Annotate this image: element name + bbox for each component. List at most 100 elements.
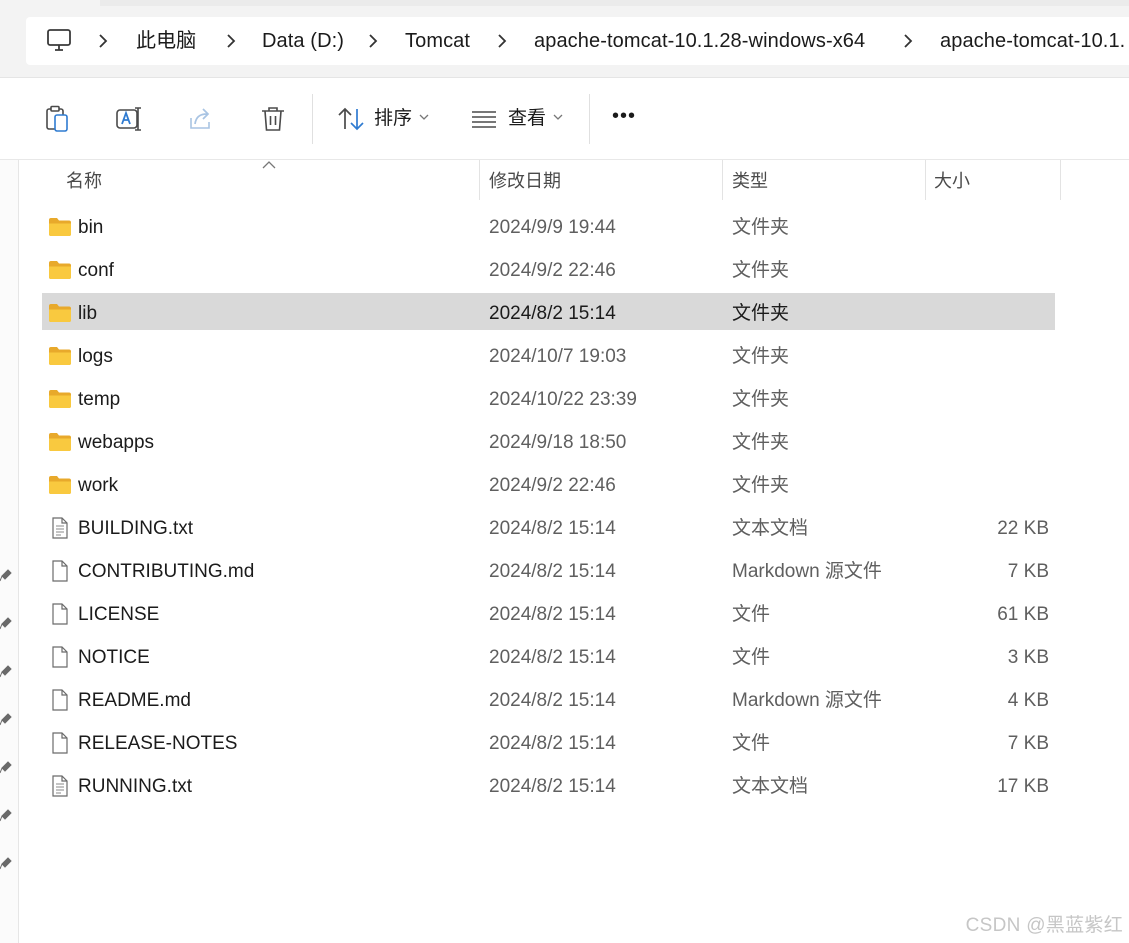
column-header-size[interactable]: 大小 [934, 170, 970, 192]
file-name[interactable]: bin [78, 216, 103, 240]
file-modified-date: 2024/8/2 15:14 [489, 647, 616, 668]
file-row[interactable]: README.md 2024/8/2 15:14 Markdown 源文件 4 KB [0, 679, 1129, 722]
chevron-right-icon[interactable] [903, 33, 913, 49]
column-header-type[interactable]: 类型 [732, 170, 768, 192]
address-bar-region: 此电脑 Data (D:) Tomcat apache-tomcat-10.1.… [0, 0, 1129, 78]
file-name[interactable]: CONTRIBUTING.md [78, 560, 254, 584]
chevron-down-icon[interactable] [553, 113, 563, 121]
file-modified-date: 2024/8/2 15:14 [489, 561, 616, 582]
breadcrumb[interactable]: 此电脑 Data (D:) Tomcat apache-tomcat-10.1.… [26, 17, 1129, 65]
file-type: 文件 [732, 604, 771, 625]
file-type: 文件夹 [732, 217, 790, 238]
pin-icon[interactable] [0, 808, 12, 822]
column-header-name[interactable]: 名称 [66, 170, 102, 192]
file-name[interactable]: logs [78, 345, 113, 369]
column-divider[interactable] [479, 160, 480, 200]
pin-icon[interactable] [0, 856, 12, 870]
rename-icon[interactable] [114, 104, 144, 134]
file-modified-date: 2024/8/2 15:14 [489, 733, 616, 754]
file-modified-date: 2024/8/2 15:14 [489, 303, 616, 324]
column-divider[interactable] [1060, 160, 1061, 200]
breadcrumb-item-tomcat-windows[interactable]: apache-tomcat-10.1.28-windows-x64 [534, 29, 865, 53]
file-row[interactable]: temp 2024/10/22 23:39 文件夹 [0, 378, 1129, 421]
file-icon [48, 560, 72, 582]
file-size: 3 KB [1007, 647, 1049, 668]
file-name[interactable]: NOTICE [78, 646, 150, 670]
sort-ascending-icon [262, 161, 276, 169]
folder-icon [48, 474, 72, 496]
file-name[interactable]: RELEASE-NOTES [78, 732, 237, 756]
file-row[interactable]: webapps 2024/9/18 18:50 文件夹 [0, 421, 1129, 464]
file-row[interactable]: RUNNING.txt 2024/8/2 15:14 文本文档 17 KB [0, 765, 1129, 808]
file-name[interactable]: temp [78, 388, 120, 412]
file-name[interactable]: webapps [78, 431, 154, 455]
command-bar: 排序 查看 ••• [0, 78, 1129, 160]
delete-icon[interactable] [258, 104, 288, 134]
sort-icon[interactable] [336, 104, 366, 134]
sort-button[interactable]: 排序 [374, 107, 412, 131]
file-modified-date: 2024/8/2 15:14 [489, 604, 616, 625]
file-icon [48, 689, 72, 711]
chevron-right-icon[interactable] [98, 33, 108, 49]
chevron-right-icon[interactable] [226, 33, 236, 49]
file-row[interactable]: LICENSE 2024/8/2 15:14 文件 61 KB [0, 593, 1129, 636]
file-modified-date: 2024/10/7 19:03 [489, 346, 627, 367]
this-pc-icon[interactable] [46, 28, 72, 52]
toolbar-divider [312, 94, 313, 144]
column-divider[interactable] [925, 160, 926, 200]
paste-icon[interactable] [42, 104, 72, 134]
file-type: Markdown 源文件 [732, 690, 882, 711]
chevron-right-icon[interactable] [497, 33, 507, 49]
folder-icon [48, 259, 72, 281]
chevron-right-icon[interactable] [368, 33, 378, 49]
file-type: 文件夹 [732, 389, 790, 410]
file-row[interactable]: CONTRIBUTING.md 2024/8/2 15:14 Markdown 源文… [0, 550, 1129, 593]
file-type: 文本文档 [732, 776, 809, 797]
file-type: Markdown 源文件 [732, 561, 882, 582]
file-size: 7 KB [1007, 561, 1049, 582]
share-icon[interactable] [187, 104, 217, 134]
file-icon [48, 603, 72, 625]
breadcrumb-item-tomcat[interactable]: Tomcat [405, 29, 470, 53]
view-icon[interactable] [469, 104, 499, 134]
breadcrumb-item-tomcat-folder[interactable]: apache-tomcat-10.1. [940, 29, 1125, 53]
file-row[interactable]: RELEASE-NOTES 2024/8/2 15:14 文件 7 KB [0, 722, 1129, 765]
file-modified-date: 2024/8/2 15:14 [489, 518, 616, 539]
file-size: 22 KB [997, 518, 1049, 539]
file-explorer-window: 此电脑 Data (D:) Tomcat apache-tomcat-10.1.… [0, 0, 1129, 943]
file-name[interactable]: LICENSE [78, 603, 159, 627]
file-modified-date: 2024/9/18 18:50 [489, 432, 627, 453]
toolbar-divider [589, 94, 590, 144]
file-row[interactable]: conf 2024/9/2 22:46 文件夹 [0, 249, 1129, 292]
file-type: 文件夹 [732, 260, 790, 281]
more-options-button[interactable]: ••• [612, 104, 636, 128]
file-row[interactable]: work 2024/9/2 22:46 文件夹 [0, 464, 1129, 507]
folder-icon [48, 431, 72, 453]
file-name[interactable]: README.md [78, 689, 191, 713]
file-row[interactable]: logs 2024/10/7 19:03 文件夹 [0, 335, 1129, 378]
file-name[interactable]: BUILDING.txt [78, 517, 193, 541]
file-row[interactable]: bin 2024/9/9 19:44 文件夹 [0, 206, 1129, 249]
folder-icon [48, 388, 72, 410]
column-divider[interactable] [722, 160, 723, 200]
file-type: 文件夹 [732, 432, 790, 453]
column-header-date[interactable]: 修改日期 [489, 170, 561, 192]
file-row[interactable]: NOTICE 2024/8/2 15:14 文件 3 KB [0, 636, 1129, 679]
file-type: 文件 [732, 647, 771, 668]
file-name[interactable]: RUNNING.txt [78, 775, 192, 799]
file-row[interactable]: lib 2024/8/2 15:14 文件夹 [0, 292, 1129, 335]
folder-icon [48, 302, 72, 324]
file-modified-date: 2024/9/2 22:46 [489, 260, 616, 281]
file-row[interactable]: BUILDING.txt 2024/8/2 15:14 文本文档 22 KB [0, 507, 1129, 550]
column-header: 名称 修改日期 类型 大小 [19, 160, 1129, 200]
file-name[interactable]: conf [78, 259, 114, 283]
file-name[interactable]: work [78, 474, 118, 498]
chevron-down-icon[interactable] [419, 113, 429, 121]
view-button[interactable]: 查看 [508, 107, 546, 131]
file-type: 文件夹 [732, 475, 790, 496]
file-type: 文本文档 [732, 518, 809, 539]
file-icon [48, 732, 72, 754]
file-name[interactable]: lib [78, 302, 97, 326]
breadcrumb-item-data-drive[interactable]: Data (D:) [262, 29, 344, 53]
breadcrumb-item-this-pc[interactable]: 此电脑 [136, 29, 196, 53]
